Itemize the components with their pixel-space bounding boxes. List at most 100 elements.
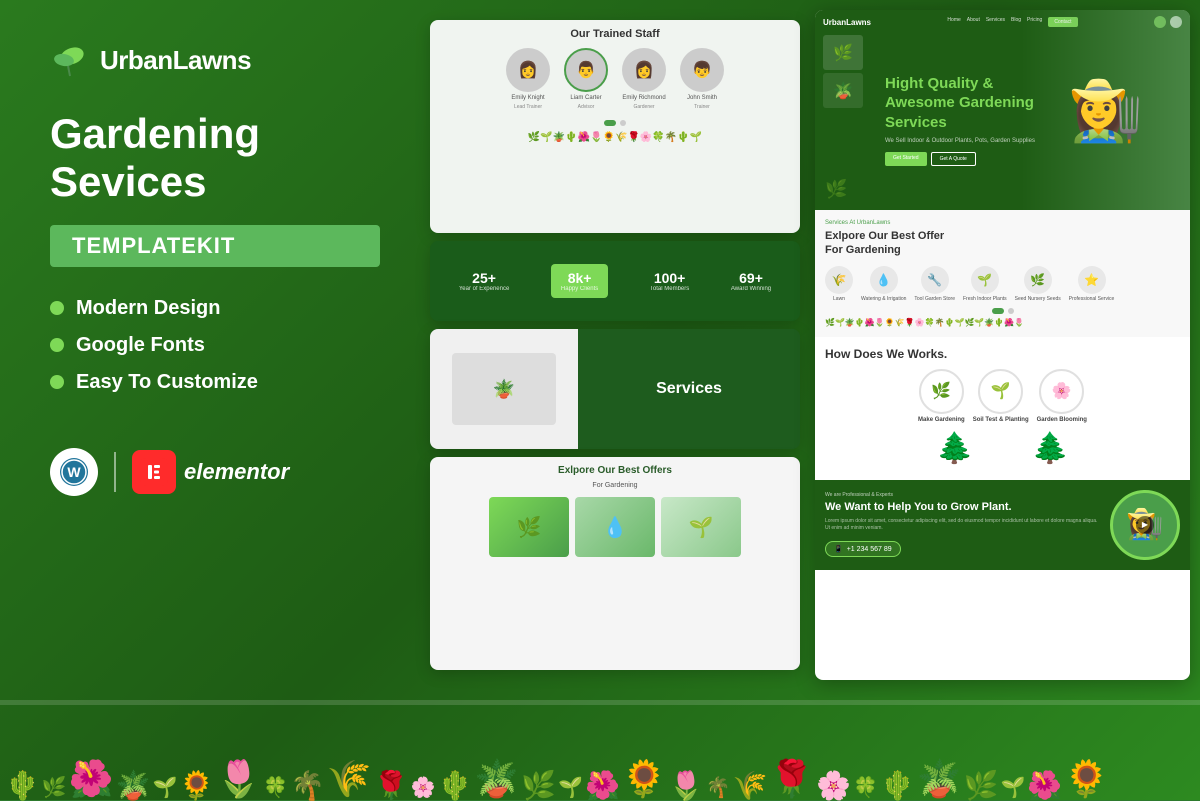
- hero-text-area: Hight Quality & Awesome Gardening Servic…: [885, 74, 1175, 167]
- right-hero-buttons: Get Started Get A Quote: [885, 152, 1175, 166]
- stat-num-4: 69+: [731, 270, 771, 286]
- icon-label-6: Professional Service: [1069, 296, 1115, 302]
- nav-dots: [438, 120, 792, 126]
- elementor-badge: elementor: [132, 450, 289, 494]
- stat-label-2: Happy Clients: [561, 286, 598, 292]
- feature-dot-1: [50, 301, 64, 315]
- icon-circle-3: 🔧: [921, 266, 949, 294]
- stats-row: 25+ Year of Experience 8k+ Happy Clients…: [430, 241, 800, 321]
- stat-num-2: 8k+: [561, 270, 598, 286]
- staff-screenshot-inner: Our Trained Staff 👩 Emily Knight Lead Tr…: [430, 20, 800, 233]
- nav-dot-inactive: [620, 120, 626, 126]
- hero-get-quote-btn[interactable]: Get A Quote: [931, 152, 976, 166]
- feature-dot-3: [50, 375, 64, 389]
- plant-2: 🌿: [42, 775, 67, 800]
- tree-decoration: 🌲 🌲: [825, 431, 1180, 466]
- hero-leaf-decoration: 🌿: [825, 179, 847, 200]
- avatar-circle-1: 👩: [506, 48, 550, 92]
- plant-23: 🌸: [816, 772, 851, 800]
- offers-section-title: Exlpore Our Best Offer For Gardening: [825, 229, 1180, 258]
- offers-grid: 🌿 💧 🌱: [438, 497, 792, 557]
- services-inner: 🪴 Services: [430, 329, 800, 449]
- plant-3: 🌺: [69, 758, 114, 800]
- nav-dot-active: [604, 120, 616, 126]
- staff-avatar-4: 👦 John Smith Trainer: [677, 48, 727, 110]
- plant-18: 🌻: [622, 758, 667, 800]
- plant-12: 🌸: [411, 775, 436, 800]
- offers-icon-2: 💧 Watering & Irrigation: [861, 266, 906, 302]
- main-title: Gardening Sevices: [50, 110, 380, 207]
- step-circle-2: 🌱: [978, 369, 1023, 414]
- staff-avatar-2: 👨 Liam Carter Advisor: [561, 48, 611, 110]
- plant-5: 🌱: [152, 775, 177, 800]
- avatar-name-3: Emily Richmond: [622, 95, 665, 101]
- expert-description: Lorem ipsum dolor sit amet, consectetur …: [825, 518, 1102, 532]
- plant-11: 🌹: [374, 772, 409, 800]
- plant-26: 🪴: [917, 758, 962, 800]
- step-label-3: Garden Blooming: [1037, 417, 1087, 423]
- staff-title: Our Trained Staff: [438, 28, 792, 40]
- plant-22: 🌹: [769, 758, 814, 800]
- play-button[interactable]: ▶: [1136, 516, 1154, 534]
- plant-27: 🌿: [964, 772, 999, 800]
- plant-21: 🌾: [732, 772, 767, 800]
- icon-circle-2: 💧: [870, 266, 898, 294]
- step-label-1: Make Gardening: [918, 417, 965, 423]
- plant-17: 🌺: [585, 772, 620, 800]
- powered-by-section: W elementor: [50, 448, 380, 496]
- offers-icon-1: 🌾 Lawn: [825, 266, 853, 302]
- step-1: 🌿 Make Gardening: [918, 369, 965, 423]
- plant-16: 🌱: [558, 775, 583, 800]
- icon-label-4: Fresh Indoor Plants: [963, 296, 1007, 302]
- hero-side-img-2: 🪴: [823, 73, 863, 108]
- right-hero-title: Hight Quality & Awesome Gardening Servic…: [885, 74, 1175, 133]
- services-img: 🪴: [452, 353, 556, 425]
- stat-clients: 8k+ Happy Clients: [551, 264, 608, 298]
- plant-6: 🌻: [179, 772, 214, 800]
- staff-avatar-3: 👩 Emily Richmond Gardener: [619, 48, 669, 110]
- services-title-right: Services: [578, 329, 800, 449]
- nav-link-about: About: [967, 17, 980, 27]
- avatar-role-1: Lead Trainer: [514, 104, 542, 110]
- offers-section-label: Services At UrbanLawns: [825, 220, 1180, 226]
- how-title: How Does We Works.: [825, 347, 1180, 361]
- phone-badge[interactable]: 📱 +1 234 567 89: [825, 541, 901, 557]
- template-badge: TEMPLATEKIT: [50, 225, 380, 267]
- elementor-icon: [132, 450, 176, 494]
- nav-link-home: Home: [947, 17, 960, 27]
- avatar-role-3: Gardener: [633, 104, 654, 110]
- step-circle-1: 🌿: [919, 369, 964, 414]
- feature-label-1: Modern Design: [76, 297, 220, 320]
- main-container: UrbanLawns Gardening Sevices TEMPLATEKIT…: [0, 0, 1200, 800]
- offers-screenshot: Exlpore Our Best Offers For Gardening 🌿 …: [430, 457, 800, 670]
- offers-icon-5: 🌿 Seed Nursery Seeds: [1015, 266, 1061, 302]
- stat-label-3: Total Members: [650, 286, 689, 292]
- stat-label-1: Year of Experience: [459, 286, 509, 292]
- plant-15: 🌿: [521, 772, 556, 800]
- logo-area: UrbanLawns: [50, 40, 380, 80]
- hero-get-started-btn[interactable]: Get Started: [885, 152, 927, 166]
- icon-circle-5: 🌿: [1024, 266, 1052, 294]
- right-hero-section: UrbanLawns Home About Services Blog Pric…: [815, 10, 1190, 210]
- stat-num-1: 25+: [459, 270, 509, 286]
- icon-label-2: Watering & Irrigation: [861, 296, 906, 302]
- right-screenshot: UrbanLawns Home About Services Blog Pric…: [815, 10, 1190, 680]
- staff-avatars: 👩 Emily Knight Lead Trainer 👨 Liam Carte…: [438, 48, 792, 110]
- plant-7: 🌷: [216, 758, 261, 800]
- offers-nav-dots: [825, 308, 1180, 314]
- how-steps: 🌿 Make Gardening 🌱 Soil Test & Planting …: [825, 369, 1180, 423]
- expert-label: We are Professional & Experts: [825, 492, 1102, 498]
- elementor-label: elementor: [184, 459, 289, 485]
- hero-side-img-1: 🌿: [823, 35, 863, 70]
- features-list: Modern Design Google Fonts Easy To Custo…: [50, 297, 380, 408]
- avatar-name-2: Liam Carter: [570, 95, 601, 101]
- right-expert-section: We are Professional & Experts We Want to…: [815, 480, 1190, 570]
- offers-icons-row: 🌾 Lawn 💧 Watering & Irrigation 🔧 Tool Ga…: [825, 266, 1180, 302]
- staff-avatar-1: 👩 Emily Knight Lead Trainer: [503, 48, 553, 110]
- avatar-face-3: 👩: [634, 60, 654, 80]
- offers-dot-active: [992, 308, 1004, 314]
- expert-title: We Want to Help You to Grow Plant.: [825, 500, 1102, 514]
- plant-20: 🌴: [706, 775, 731, 800]
- avatar-name-1: Emily Knight: [511, 95, 544, 101]
- step-2: 🌱 Soil Test & Planting: [973, 369, 1029, 423]
